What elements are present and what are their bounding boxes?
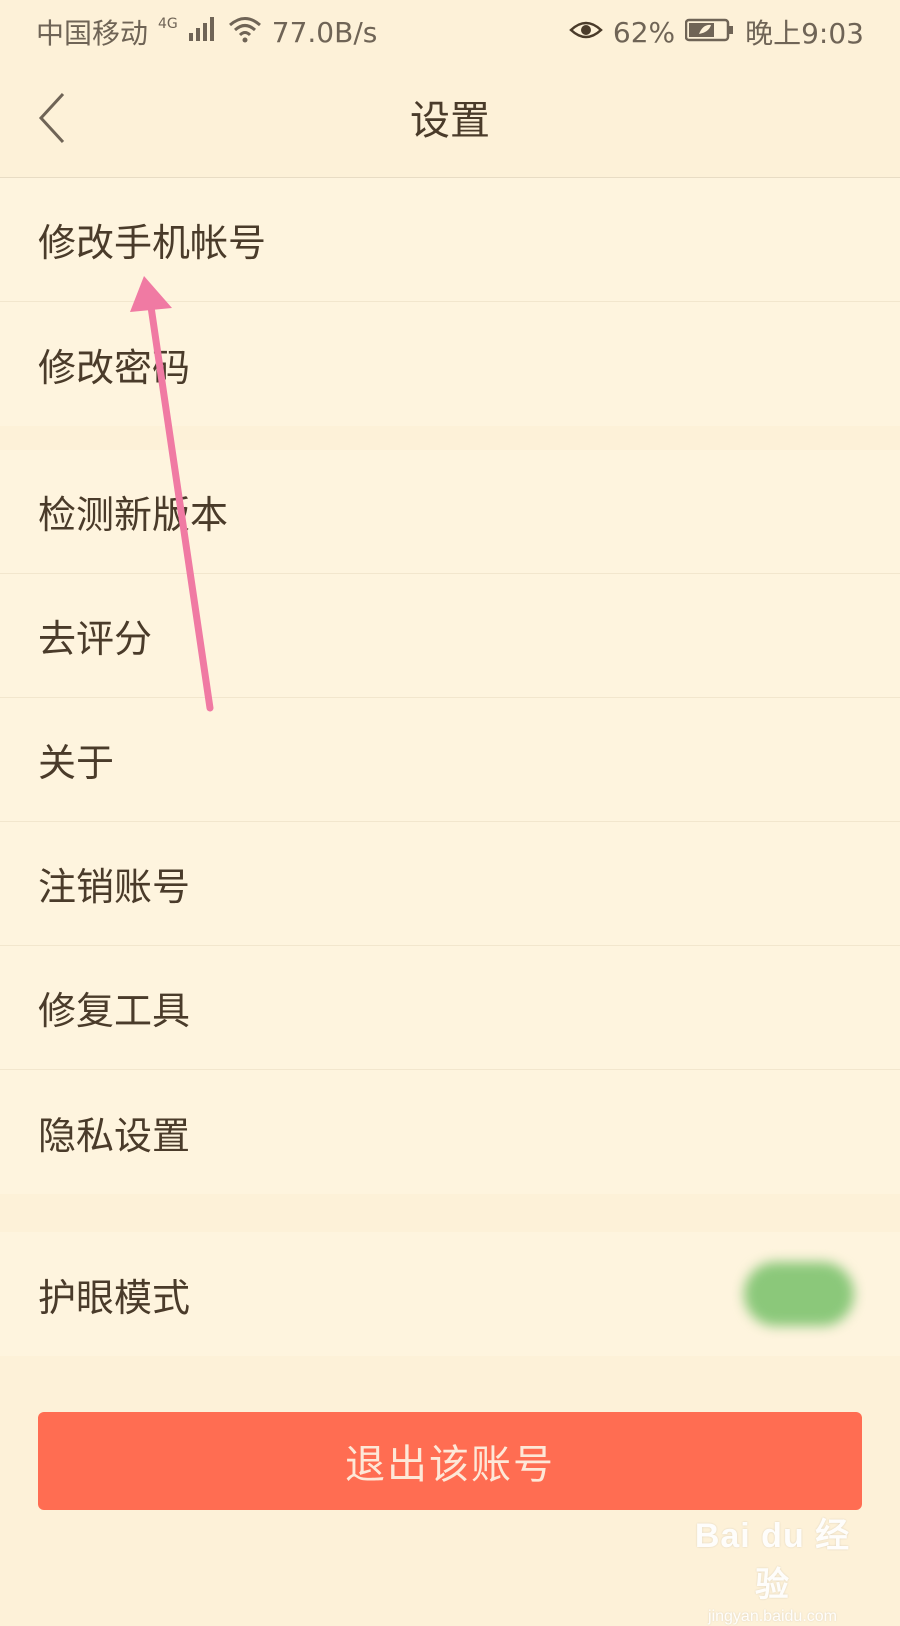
settings-item-eye-care: 护眼模式: [0, 1232, 900, 1356]
watermark-url: jingyan.baidu.com: [708, 1608, 837, 1625]
page-title: 设置: [410, 98, 490, 144]
battery-icon: [684, 16, 735, 49]
settings-item-label: 隐私设置: [38, 1113, 191, 1158]
settings-group-general: 检测新版本 去评分 关于 注销账号 修复工具 隐私设置: [0, 450, 900, 1194]
watermark: Bai du 经验 jingyan.baidu.com: [685, 1508, 860, 1626]
settings-item-label: 护眼模式: [38, 1275, 191, 1320]
logout-button[interactable]: 退出该账号: [38, 1412, 862, 1510]
settings-item-delete-account[interactable]: 注销账号: [0, 822, 900, 946]
status-right: 62% 晚上9:03: [569, 12, 864, 52]
settings-item-label: 注销账号: [38, 865, 191, 909]
wifi-icon: [228, 15, 262, 50]
settings-item-label: 修复工具: [38, 989, 191, 1033]
settings-item-check-update[interactable]: 检测新版本: [0, 450, 900, 574]
settings-group-display: 护眼模式: [0, 1232, 900, 1356]
settings-item-label: 去评分: [38, 617, 153, 661]
settings-item-label: 检测新版本: [38, 493, 229, 537]
signal-icon: [188, 15, 218, 50]
settings-item-label: 修改密码: [38, 345, 191, 390]
settings-item-label: 关于: [38, 741, 115, 785]
settings-item-rate[interactable]: 去评分: [0, 574, 900, 698]
settings-item-about[interactable]: 关于: [0, 698, 900, 822]
chevron-left-icon: [37, 92, 67, 148]
settings-item-change-password[interactable]: 修改密码: [0, 302, 900, 426]
status-bar: 中国移动 4G 77.0B/s 62% 晚上9:03: [0, 0, 900, 64]
eye-care-icon: [569, 14, 603, 49]
settings-item-repair-tool[interactable]: 修复工具: [0, 946, 900, 1070]
settings-item-label: 修改手机帐号: [38, 221, 267, 265]
back-button[interactable]: [30, 90, 74, 150]
settings-item-privacy[interactable]: 隐私设置: [0, 1070, 900, 1194]
carrier-label: 中国移动: [36, 17, 149, 50]
network-speed: 77.0B/s: [271, 15, 378, 49]
settings-group-account: 修改手机帐号 修改密码: [0, 178, 900, 426]
settings-item-change-phone[interactable]: 修改手机帐号: [0, 178, 900, 302]
eye-care-toggle[interactable]: [744, 1262, 854, 1326]
battery-percent: 62%: [612, 15, 676, 49]
status-left: 中国移动 4G 77.0B/s: [36, 12, 377, 52]
watermark-logo: Bai du 经验: [694, 1517, 851, 1604]
network-type: 4G: [158, 16, 178, 32]
nav-bar: 设置: [0, 64, 900, 178]
status-time: 晚上9:03: [745, 17, 864, 50]
